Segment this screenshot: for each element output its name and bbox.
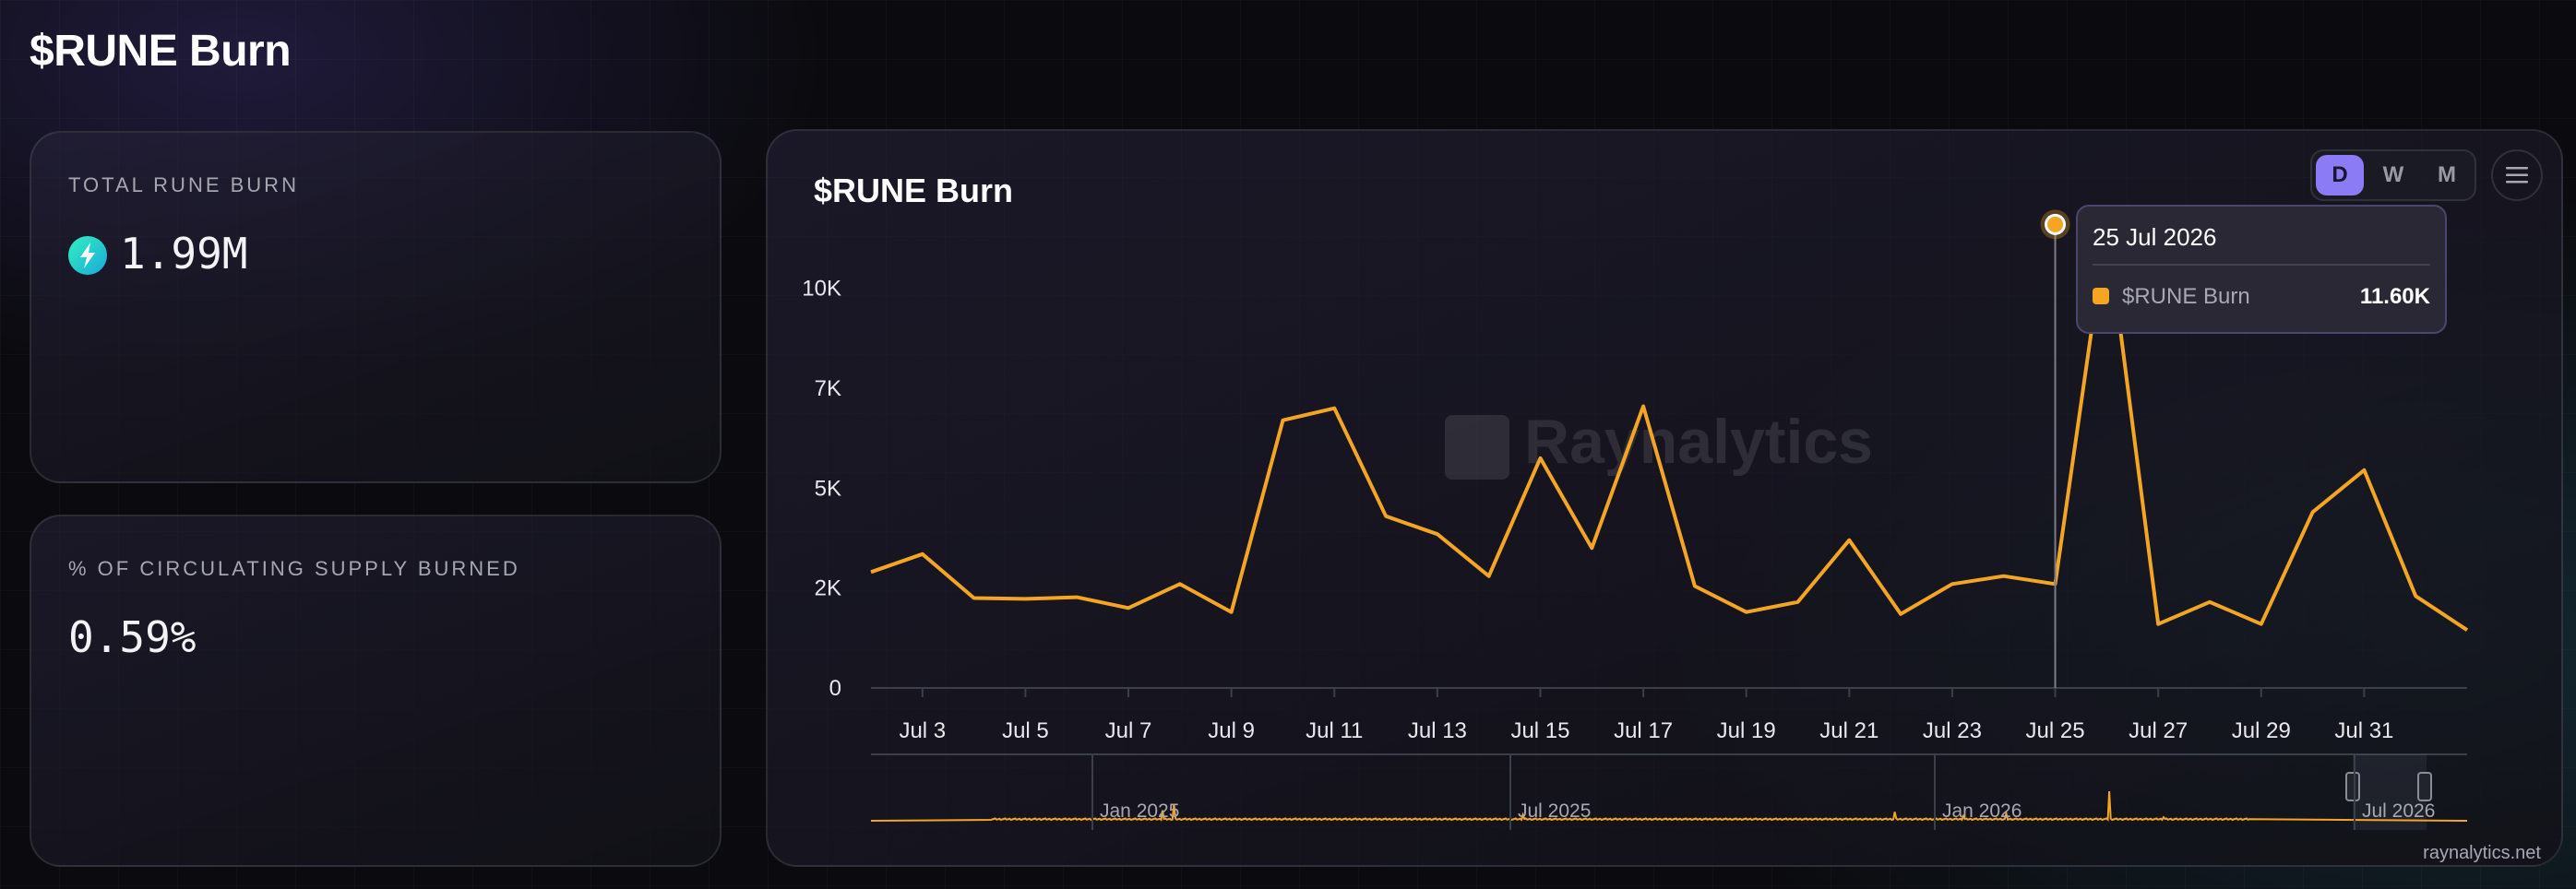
x-tick-label: Jul 7 xyxy=(1105,718,1152,743)
x-tick-label: Jul 17 xyxy=(1614,718,1673,743)
tooltip-series-name: $RUNE Burn xyxy=(2122,284,2250,309)
chart-svg: Raynalytics 02K5K7K10K Jul 3 Jul 5 Jul 7 Ju… xyxy=(802,209,2469,830)
x-tick-label: Jul 11 xyxy=(1306,718,1363,743)
navigator-label: Jul 2026 xyxy=(2362,800,2435,822)
x-tick-label: Jul 5 xyxy=(1002,718,1049,743)
x-tick-label: Jul 31 xyxy=(2334,718,2393,743)
y-tick-label: 2K xyxy=(815,576,841,601)
tooltip-series-value: 11.60K xyxy=(2359,284,2430,309)
x-tick-label: Jul 19 xyxy=(1717,718,1776,743)
x-tick-label: Jul 29 xyxy=(2232,718,2291,743)
x-tick-label: Jul 25 xyxy=(2026,718,2085,743)
navigator-handle xyxy=(2417,772,2432,801)
x-tick-label: Jul 13 xyxy=(1408,718,1467,743)
y-tick-label: 0 xyxy=(829,676,841,701)
tooltip-date: 25 Jul 2026 xyxy=(2093,223,2217,251)
y-tick-label: 5K xyxy=(815,476,841,501)
footer-credit: raynalytics.net xyxy=(2423,843,2541,863)
y-axis: 0 2K 5K 7K 10K xyxy=(802,277,841,701)
watermark-text: Raynalytics xyxy=(1524,407,1873,477)
navigator-label: Jan 2025 xyxy=(1100,800,1179,822)
x-tick-label: Jul 15 xyxy=(1510,718,1569,743)
chart-tooltip: 25 Jul 2026 $RUNE Burn 11.60K xyxy=(2076,205,2447,334)
x-tick-label: Jul 27 xyxy=(2129,718,2188,743)
y-tick-label: 7K xyxy=(815,376,841,401)
watermark: Raynalytics xyxy=(1445,407,1873,480)
navigator-handle xyxy=(2345,772,2360,801)
navigator-label: Jan 2026 xyxy=(1942,800,2021,822)
y-tick-label: 10K xyxy=(802,277,841,302)
x-tick-label: Jul 9 xyxy=(1208,718,1255,743)
highlight-point xyxy=(2045,213,2067,235)
watermark-logo-icon xyxy=(1445,415,1509,480)
x-axis: Jul 3 Jul 5 Jul 7 Jul 9 Jul 11 Jul 13 Jul 15 Ju… xyxy=(871,687,2467,743)
x-tick-label: Jul 3 xyxy=(899,718,946,743)
x-tick-label: Jul 21 xyxy=(1819,718,1878,743)
range-navigator[interactable]: Jan 2025 Jul 2025 Jan 2026 Jul 2026 xyxy=(870,753,2468,830)
tooltip-series-swatch xyxy=(2093,288,2109,304)
x-tick-label: Jul 23 xyxy=(1923,718,1982,743)
tooltip-divider xyxy=(2093,264,2430,266)
navigator-label: Jul 2025 xyxy=(1518,800,1591,822)
